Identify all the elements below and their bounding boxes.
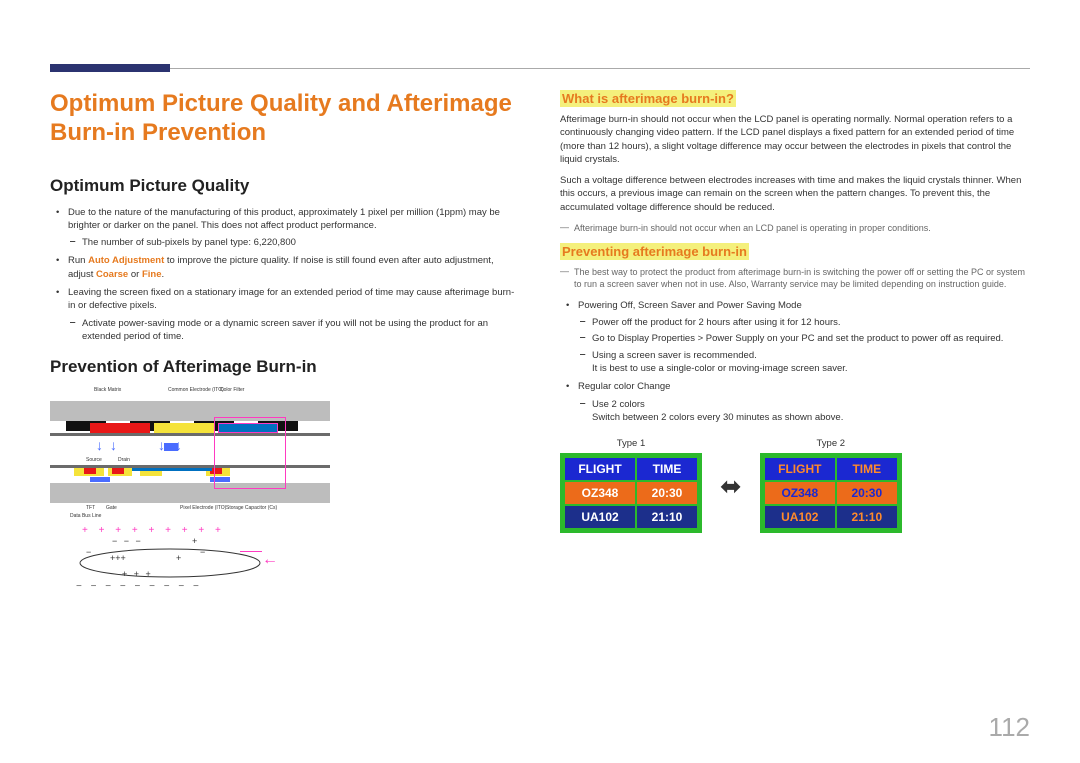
afterimage-p1: Afterimage burn-in should not occur when… [560, 113, 1030, 166]
t2-h-time: TIME [837, 458, 897, 480]
t1-r2b: 21:10 [637, 506, 697, 528]
t2-r2b: 21:10 [837, 506, 897, 528]
page-columns: Optimum Picture Quality and Afterimage B… [50, 90, 1030, 601]
type1-label: Type 1 [560, 438, 702, 449]
flight-type1-block: Type 1 FLIGHT TIME OZ348 20:30 UA102 21:… [560, 438, 702, 533]
lbl-gate: Gate [106, 505, 117, 511]
t1-r1a: OZ348 [565, 482, 635, 504]
prev-2-d1-text: Use 2 colors [592, 399, 645, 410]
heading-what-is-afterimage: What is afterimage burn-in? [560, 90, 736, 107]
prev-1-d2: Go to Display Properties > Power Supply … [592, 332, 1030, 345]
page-title: Optimum Picture Quality and Afterimage B… [50, 90, 520, 148]
lbl-drain: Drain [118, 457, 130, 463]
lbl-common-electrode: Common Electrode (ITO) [168, 387, 224, 393]
prev-item-2: Regular color Change Use 2 colors Switch… [578, 380, 1030, 424]
t2g: . [161, 269, 164, 280]
opq-item-3-sub: Activate power-saving mode or a dynamic … [82, 317, 520, 344]
opq-item-1-sub: The number of sub-pixels by panel type: … [82, 236, 520, 249]
coarse-label: Coarse [96, 269, 128, 280]
swap-icon: ⬌ [720, 473, 742, 499]
t2a: Run [68, 255, 88, 266]
fine-label: Fine [142, 269, 162, 280]
auto-adjustment-label: Auto Adjustment [88, 255, 164, 266]
prev-1-d1: Power off the product for 2 hours after … [592, 316, 1030, 329]
prev-item-1-text: Powering Off, Screen Saver and Power Sav… [578, 300, 802, 311]
prev-2-d1-sub: Switch between 2 colors every 30 minutes… [592, 412, 843, 423]
type2-label: Type 2 [760, 438, 902, 449]
t1-r2a: UA102 [565, 506, 635, 528]
prev-item-1: Powering Off, Screen Saver and Power Sav… [578, 299, 1030, 375]
heading-preventing-afterimage: Preventing afterimage burn-in [560, 243, 749, 260]
top-rule [50, 68, 1030, 69]
prev-1-d3: Using a screen saver is recommended. It … [592, 349, 1030, 376]
t1-h-flight: FLIGHT [565, 458, 635, 480]
opq-item-2: Run Auto Adjustment to improve the pictu… [68, 254, 520, 281]
page-number: 112 [989, 712, 1030, 743]
afterimage-p2: Such a voltage difference between electr… [560, 174, 1030, 214]
left-column: Optimum Picture Quality and Afterimage B… [50, 90, 520, 601]
prev-item-2-text: Regular color Change [578, 381, 670, 392]
flight-table-type1: FLIGHT TIME OZ348 20:30 UA102 21:10 [560, 453, 702, 533]
t2-r1a: OZ348 [765, 482, 835, 504]
lbl-color-filter: Color Filter [220, 387, 244, 393]
opq-item-3-text: Leaving the screen fixed on a stationary… [68, 287, 514, 311]
lbl-data-bus: Data Bus Line [70, 513, 101, 519]
opq-list: Due to the nature of the manufacturing o… [50, 206, 520, 344]
voltage-wave-diagram: + + + + + + + + + − − − + − − +++ + + + … [50, 521, 290, 601]
opq-item-1: Due to the nature of the manufacturing o… [68, 206, 520, 250]
t1-r1b: 20:30 [637, 482, 697, 504]
t1-h-time: TIME [637, 458, 697, 480]
t2e: or [128, 269, 142, 280]
prev-1-d3-text: Using a screen saver is recommended. [592, 350, 757, 361]
flight-table-comparison: Type 1 FLIGHT TIME OZ348 20:30 UA102 21:… [560, 438, 1030, 533]
lcd-cross-section-diagram: Black Matrix Common Electrode (ITO) Colo… [50, 387, 350, 601]
prev-1-d3-sub: It is best to use a single-color or movi… [592, 363, 848, 374]
opq-item-3: Leaving the screen fixed on a stationary… [68, 286, 520, 343]
preventing-note: The best way to protect the product from… [560, 266, 1030, 291]
lbl-black-matrix: Black Matrix [94, 387, 121, 393]
top-rule-mark [50, 64, 170, 72]
lbl-storage-cap: Storage Capacitor (Cs) [226, 505, 277, 511]
opq-item-1-text: Due to the nature of the manufacturing o… [68, 207, 500, 231]
heading-optimum-picture-quality: Optimum Picture Quality [50, 176, 520, 196]
t2-r2a: UA102 [765, 506, 835, 528]
flight-table-type2: FLIGHT TIME OZ348 20:30 UA102 21:10 [760, 453, 902, 533]
prev-2-d1: Use 2 colors Switch between 2 colors eve… [592, 398, 1030, 425]
t2-r1b: 20:30 [837, 482, 897, 504]
right-column: What is afterimage burn-in? Afterimage b… [560, 90, 1030, 601]
lbl-source: Source [86, 457, 102, 463]
heading-prevention: Prevention of Afterimage Burn-in [50, 357, 520, 377]
flight-type2-block: Type 2 FLIGHT TIME OZ348 20:30 UA102 21:… [760, 438, 902, 533]
afterimage-note1: Afterimage burn-in should not occur when… [560, 222, 1030, 235]
lbl-tft: TFT [86, 505, 95, 511]
lbl-pixel-electrode: Pixel Electrode (ITO) [180, 505, 226, 511]
t2-h-flight: FLIGHT [765, 458, 835, 480]
preventing-list: Powering Off, Screen Saver and Power Sav… [560, 299, 1030, 424]
